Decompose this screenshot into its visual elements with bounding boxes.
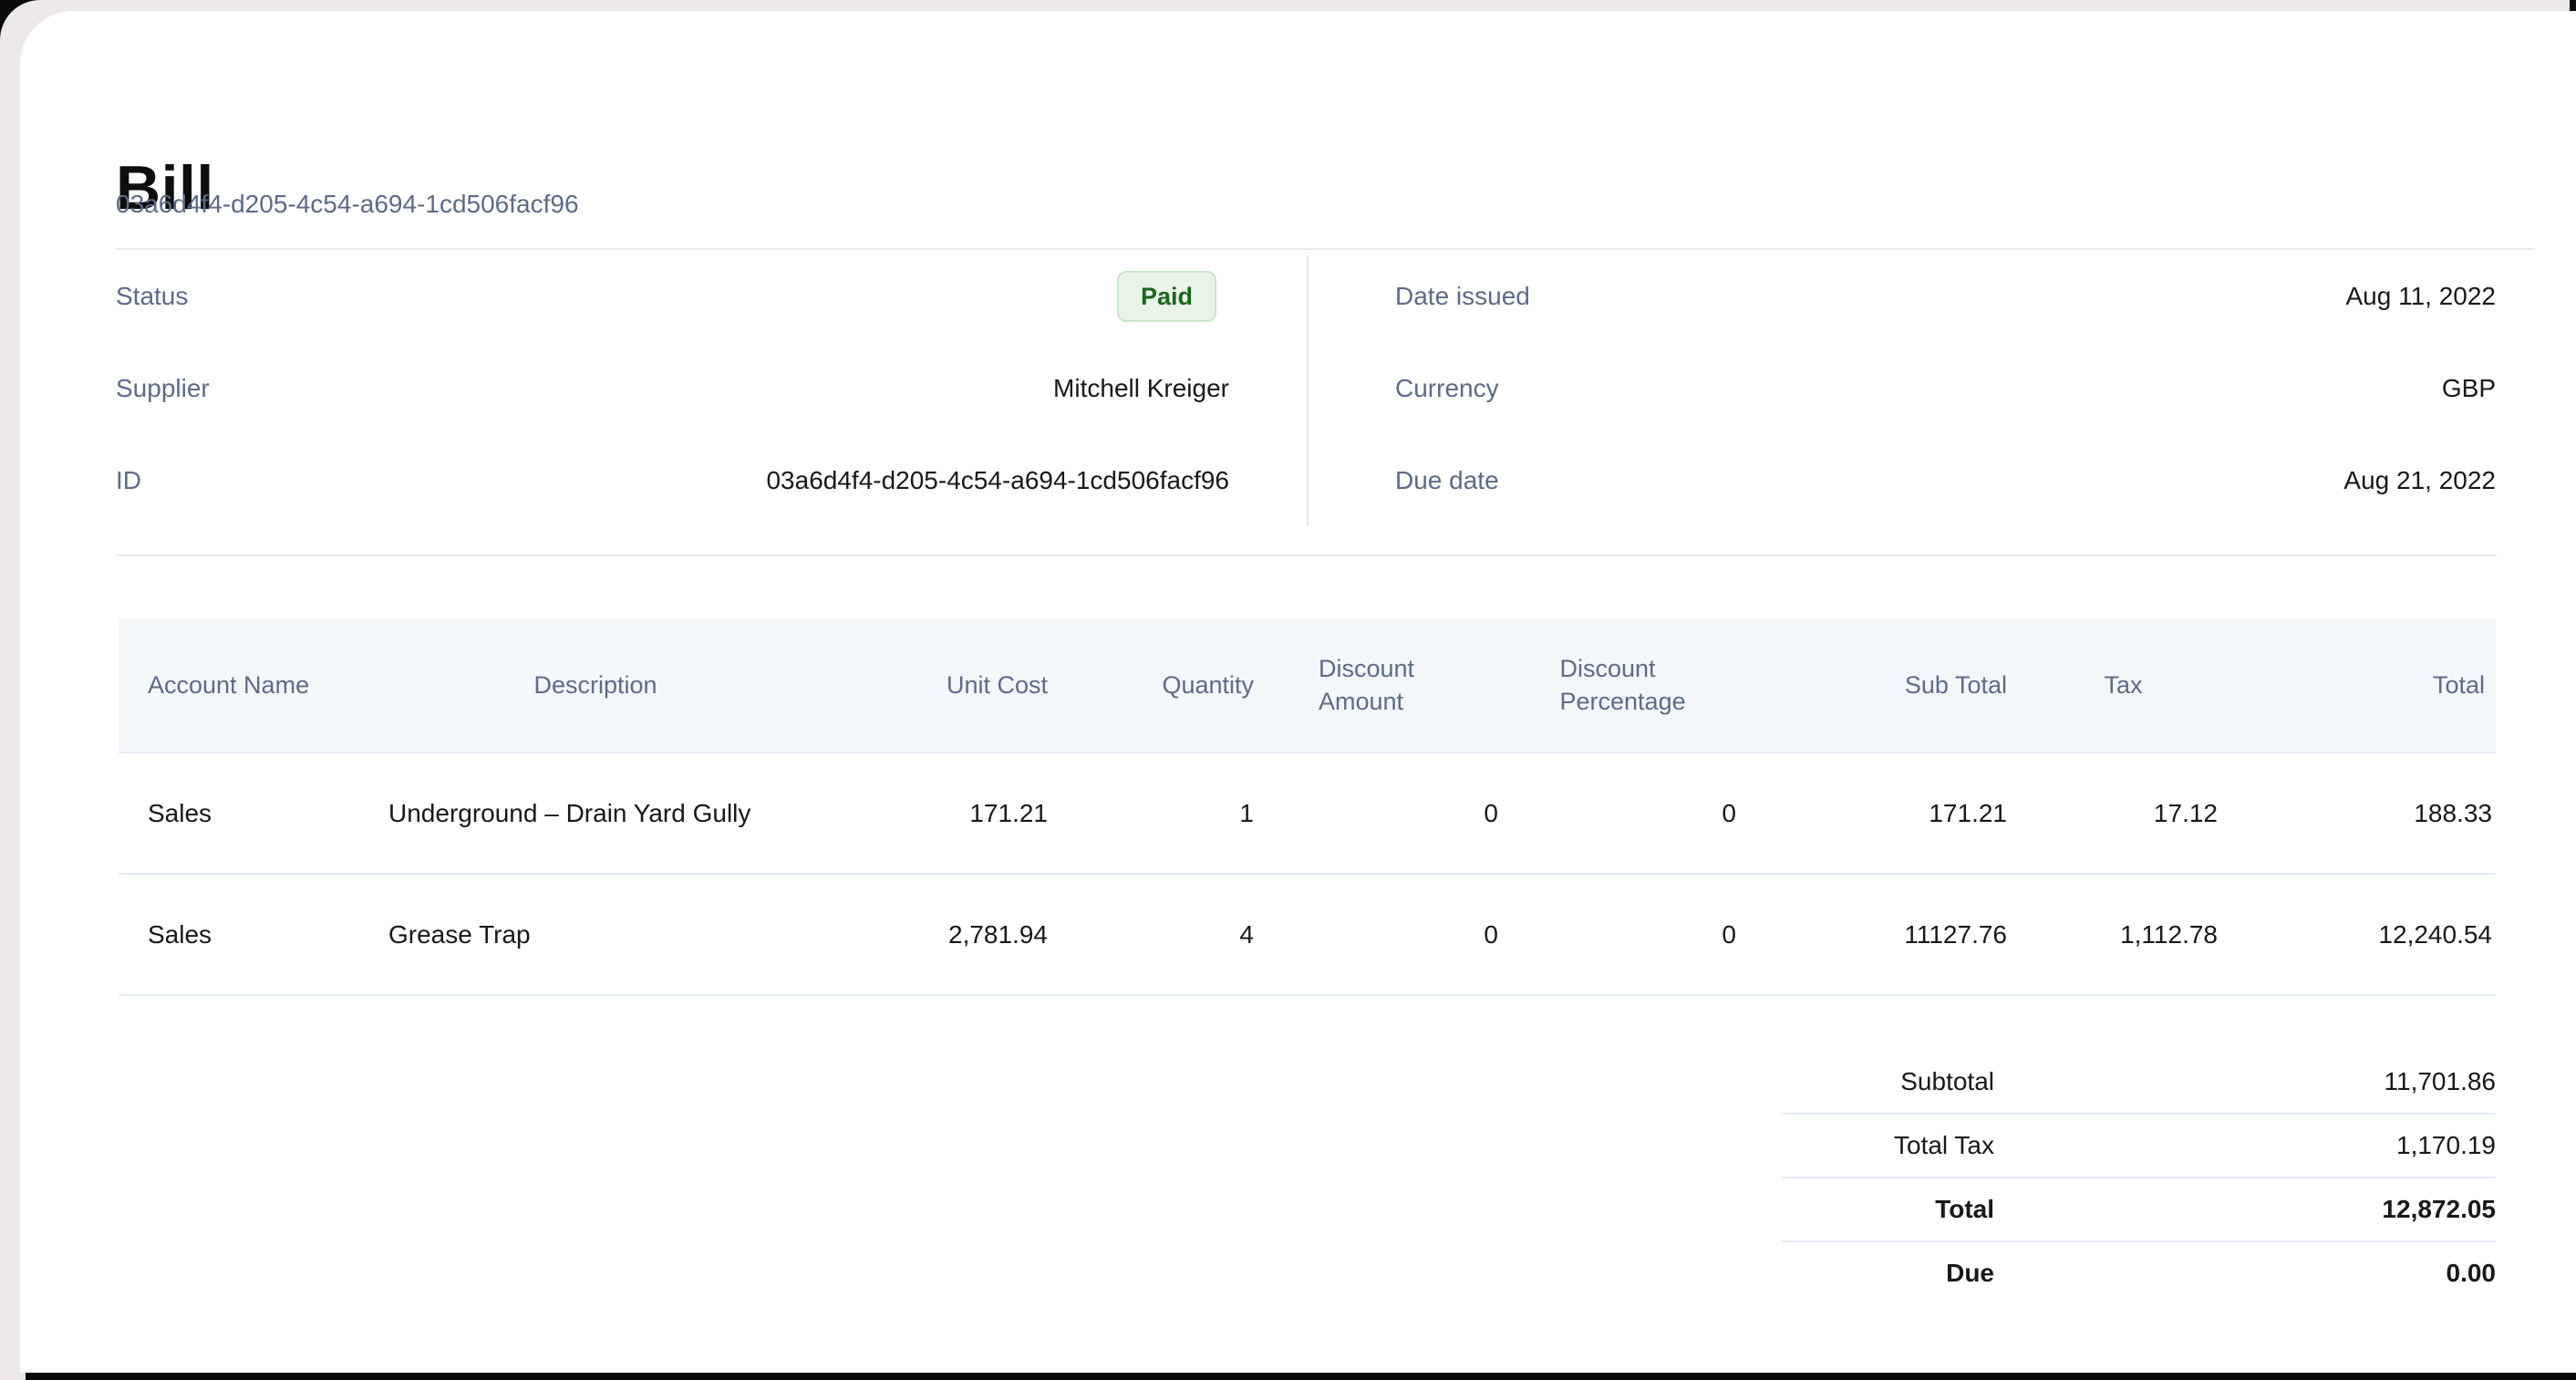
column-header: Account Name bbox=[119, 669, 388, 701]
detail-row: Date issued Aug 11, 2022 bbox=[1395, 250, 2496, 342]
bill-details-right: Date issued Aug 11, 2022 Currency GBP Du… bbox=[1395, 250, 2496, 526]
table-cell: 4 bbox=[1059, 920, 1265, 949]
detail-value: Paid bbox=[1117, 271, 1229, 322]
detail-label: Supplier bbox=[116, 374, 210, 403]
column-header: Sub Total bbox=[1747, 669, 2018, 701]
totals-row: Subtotal 11,701.86 bbox=[1781, 1051, 2496, 1113]
totals-value: 0.00 bbox=[1994, 1259, 2496, 1288]
table-cell: 171.21 bbox=[802, 799, 1059, 828]
divider bbox=[1307, 255, 1309, 525]
table-cell: 0 bbox=[1265, 799, 1509, 828]
table-cell: 0 bbox=[1265, 920, 1509, 949]
totals-label: Total bbox=[1781, 1195, 1994, 1224]
detail-value: Aug 21, 2022 bbox=[2343, 466, 2496, 495]
table-cell: Underground – Drain Yard Gully bbox=[388, 799, 802, 828]
table-cell: 2,781.94 bbox=[802, 920, 1059, 949]
window-edge bbox=[2570, 0, 2576, 11]
table-cell: Sales bbox=[119, 920, 388, 949]
bill-page: Bill 03a6d4f4-d205-4c54-a694-1cd506facf9… bbox=[20, 11, 2576, 1373]
totals-label: Total Tax bbox=[1781, 1131, 1994, 1160]
detail-value: Mitchell Kreiger bbox=[1053, 374, 1229, 403]
divider bbox=[116, 555, 2497, 556]
column-header: Total bbox=[2229, 669, 2496, 701]
totals-label: Due bbox=[1781, 1259, 1994, 1288]
detail-value: Aug 11, 2022 bbox=[2345, 282, 2496, 311]
line-items-table: Account NameDescriptionUnit CostQuantity… bbox=[119, 618, 2496, 996]
column-header: Description bbox=[388, 669, 802, 701]
detail-label: Due date bbox=[1395, 466, 1499, 495]
bill-id-subtitle: 03a6d4f4-d205-4c54-a694-1cd506facf96 bbox=[116, 188, 579, 221]
table-cell: 171.21 bbox=[1747, 799, 2018, 828]
table-cell: 188.33 bbox=[2229, 799, 2496, 828]
column-header: Tax bbox=[2018, 669, 2229, 701]
table-cell: 12,240.54 bbox=[2229, 920, 2496, 949]
table-row: SalesGrease Trap2,781.9440011127.761,112… bbox=[119, 875, 2496, 996]
column-header: Discount Amount bbox=[1265, 652, 1509, 718]
column-header: Quantity bbox=[1059, 669, 1265, 701]
totals-row: Total 12,872.05 bbox=[1781, 1177, 2496, 1240]
table-cell: 17.12 bbox=[2018, 799, 2229, 828]
table-row: SalesUnderground – Drain Yard Gully171.2… bbox=[119, 753, 2496, 875]
detail-row: Currency GBP bbox=[1395, 342, 2496, 434]
table-cell: Sales bbox=[119, 799, 388, 828]
totals-label: Subtotal bbox=[1781, 1067, 1994, 1096]
bill-details-left: Status Paid Supplier Mitchell Kreiger ID… bbox=[116, 250, 1229, 526]
detail-row: Status Paid bbox=[116, 250, 1229, 342]
detail-row: Supplier Mitchell Kreiger bbox=[116, 342, 1229, 434]
table-cell: Grease Trap bbox=[388, 920, 802, 949]
detail-label: ID bbox=[116, 466, 141, 495]
window-edge bbox=[26, 1373, 2576, 1380]
totals-row: Due 0.00 bbox=[1781, 1240, 2496, 1304]
table-cell: 1,112.78 bbox=[2018, 920, 2229, 949]
table-cell: 1 bbox=[1059, 799, 1265, 828]
line-items-header: Account NameDescriptionUnit CostQuantity… bbox=[119, 618, 2496, 753]
table-cell: 0 bbox=[1509, 920, 1747, 949]
totals-value: 11,701.86 bbox=[1994, 1067, 2496, 1096]
column-header: Unit Cost bbox=[802, 669, 1059, 701]
totals-section: Subtotal 11,701.86 Total Tax 1,170.19 To… bbox=[1781, 1051, 2496, 1304]
detail-label: Status bbox=[116, 282, 188, 311]
status-badge: Paid bbox=[1117, 271, 1216, 322]
detail-label: Currency bbox=[1395, 374, 1499, 403]
detail-value: GBP bbox=[2442, 374, 2496, 403]
detail-value: 03a6d4f4-d205-4c54-a694-1cd506facf96 bbox=[766, 466, 1229, 495]
detail-row: Due date Aug 21, 2022 bbox=[1395, 434, 2496, 526]
totals-value: 12,872.05 bbox=[1994, 1195, 2496, 1224]
table-cell: 0 bbox=[1509, 799, 1747, 828]
table-cell: 11127.76 bbox=[1747, 920, 2018, 949]
detail-label: Date issued bbox=[1395, 282, 1530, 311]
totals-row: Total Tax 1,170.19 bbox=[1781, 1113, 2496, 1177]
column-header: Discount Percentage bbox=[1509, 652, 1747, 718]
detail-row: ID 03a6d4f4-d205-4c54-a694-1cd506facf96 bbox=[116, 434, 1229, 526]
totals-value: 1,170.19 bbox=[1994, 1131, 2496, 1160]
